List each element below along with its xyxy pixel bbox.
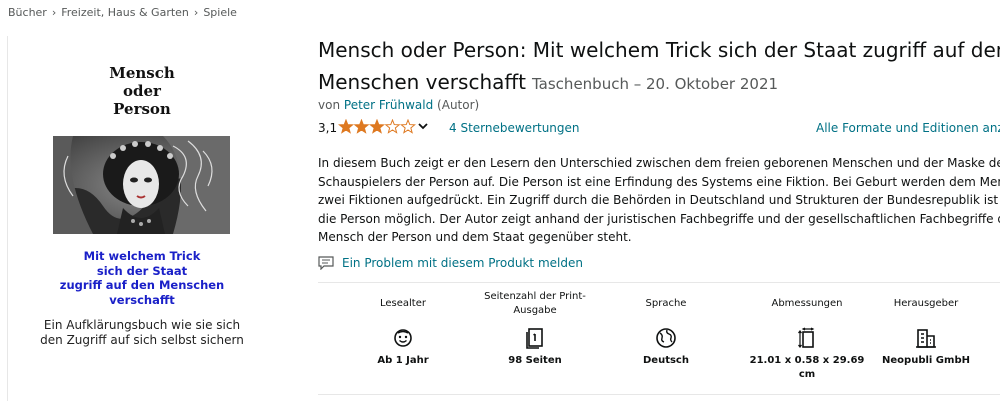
rating-value: 3,1 — [318, 121, 338, 135]
attribute-reading-age: Lesealter Ab 1 Jahr — [338, 288, 468, 368]
attribute-value: 21.01 x 0.58 x 29.69 cm — [749, 355, 865, 380]
cover-subtitle-line: verschafft — [109, 292, 175, 307]
cover-title-line: Person — [113, 100, 171, 118]
attribute-publisher: Herausgeber Neopubli GmbH — [861, 288, 991, 368]
attribute-value: Ab 1 Jahr — [377, 355, 429, 366]
cover-subtitle-line: zugriff auf den Menschen — [59, 278, 225, 292]
cover-subtitle: Mit welchem Trick sich der Staat zugriff… — [24, 249, 260, 307]
byline-prefix: von — [318, 98, 341, 112]
cover-title-line: oder — [123, 82, 161, 100]
face-icon — [338, 324, 468, 352]
dimensions-icon — [742, 324, 872, 352]
product-attributes: Lesealter Ab 1 Jahr Seitenzahl der Print… — [318, 288, 1000, 388]
star-full-icon — [338, 118, 354, 134]
description-line: In diesem Buch zeigt er den Lesern den U… — [318, 156, 1000, 170]
star-rating-icon[interactable] — [338, 118, 416, 139]
product-title-line: Menschen verschafft — [318, 70, 526, 94]
attribute-label: Herausgeber — [893, 298, 959, 309]
attribute-dimensions: Abmessungen 21.01 x 0.58 x 29.69 cm — [742, 288, 872, 382]
attribute-page-count: Seitenzahl der Print-Ausgabe 98 Seiten — [470, 288, 600, 368]
building-icon — [861, 324, 991, 352]
attribute-label: Seitenzahl der Print-Ausgabe — [484, 291, 586, 316]
ratings-count-link[interactable]: 4 Sternebewertungen — [449, 121, 580, 135]
description-line: zwei Fiktionen aufgedrückt. Ein Zugriff … — [318, 193, 1000, 207]
pages-icon — [470, 324, 600, 352]
left-divider — [7, 36, 8, 401]
cover-title-line: Mensch — [109, 64, 175, 82]
star-empty-icon — [384, 118, 401, 134]
attribute-value: Neopubli GmbH — [882, 355, 970, 366]
stars-icon — [338, 118, 416, 134]
breadcrumb-item-leisure[interactable]: Freizeit, Haus & Garten — [61, 6, 189, 19]
divider — [318, 282, 1000, 283]
report-problem: Ein Problem mit diesem Produkt melden — [318, 256, 583, 271]
breadcrumb-separator: › — [51, 6, 57, 19]
product-title-line: Mensch oder Person: Mit welchem Trick si… — [318, 38, 1000, 62]
cover-subtitle-line: Mit welchem Trick — [83, 249, 201, 263]
product-description: In diesem Buch zeigt er den Lesern den U… — [318, 154, 1000, 247]
attribute-value: 98 Seiten — [508, 355, 562, 366]
product-title: Mensch oder Person: Mit welchem Trick si… — [318, 36, 1000, 64]
cover-footer-line: Ein Aufklärungsbuch wie sie sich — [43, 318, 241, 332]
report-problem-link[interactable]: Ein Problem mit diesem Produkt melden — [342, 256, 583, 270]
book-cover[interactable]: Mensch oder Person Mit welchem Trick sic… — [24, 56, 270, 386]
cover-footer: Ein Aufklärungsbuch wie sie sich den Zug… — [24, 318, 260, 348]
cover-photo-mask — [53, 136, 230, 234]
chevron-down-icon[interactable] — [417, 120, 429, 135]
globe-icon — [601, 324, 731, 352]
byline: von Peter Frühwald (Autor) — [318, 98, 479, 112]
description-line: die Person möglich. Der Autor zeigt anha… — [318, 211, 1000, 226]
breadcrumb-item-books[interactable]: Bücher — [8, 6, 47, 19]
cover-footer-line: den Zugriff auf sich selbst sichern — [40, 333, 244, 347]
rating-row: 3,1 4 Sternebewertungen Alle Formate und… — [318, 118, 1000, 139]
attribute-language: Sprache Deutsch — [601, 288, 731, 368]
attribute-label: Abmessungen — [771, 298, 843, 309]
divider — [318, 394, 1000, 395]
breadcrumb-separator: › — [193, 6, 199, 19]
cover-subtitle-line: sich der Staat — [96, 263, 188, 278]
feedback-icon — [318, 256, 334, 271]
attribute-value: Deutsch — [643, 355, 689, 366]
venetian-mask-image — [53, 136, 230, 234]
cover-title: Mensch oder Person — [24, 64, 260, 118]
star-full-icon — [353, 118, 370, 134]
all-formats-link[interactable]: Alle Formate und Editionen anze — [816, 121, 1000, 135]
attribute-label: Sprache — [645, 298, 687, 309]
description-line: Schauspielers der Person auf. Die Person… — [318, 174, 1000, 189]
breadcrumb-item-games[interactable]: Spiele — [203, 6, 237, 19]
star-full-icon — [369, 118, 385, 134]
author-role: (Autor) — [437, 98, 480, 112]
star-empty-icon — [400, 118, 416, 134]
product-format: Taschenbuch – 20. Oktober 2021 — [532, 75, 779, 93]
description-line: Mensch der Person und dem Staat gegenübe… — [318, 230, 632, 244]
product-title-cont: Menschen verschafft Taschenbuch – 20. Okt… — [318, 68, 778, 98]
breadcrumb: Bücher › Freizeit, Haus & Garten › Spiele — [8, 6, 237, 19]
author-link[interactable]: Peter Frühwald — [344, 98, 433, 112]
attribute-label: Lesealter — [379, 298, 426, 309]
